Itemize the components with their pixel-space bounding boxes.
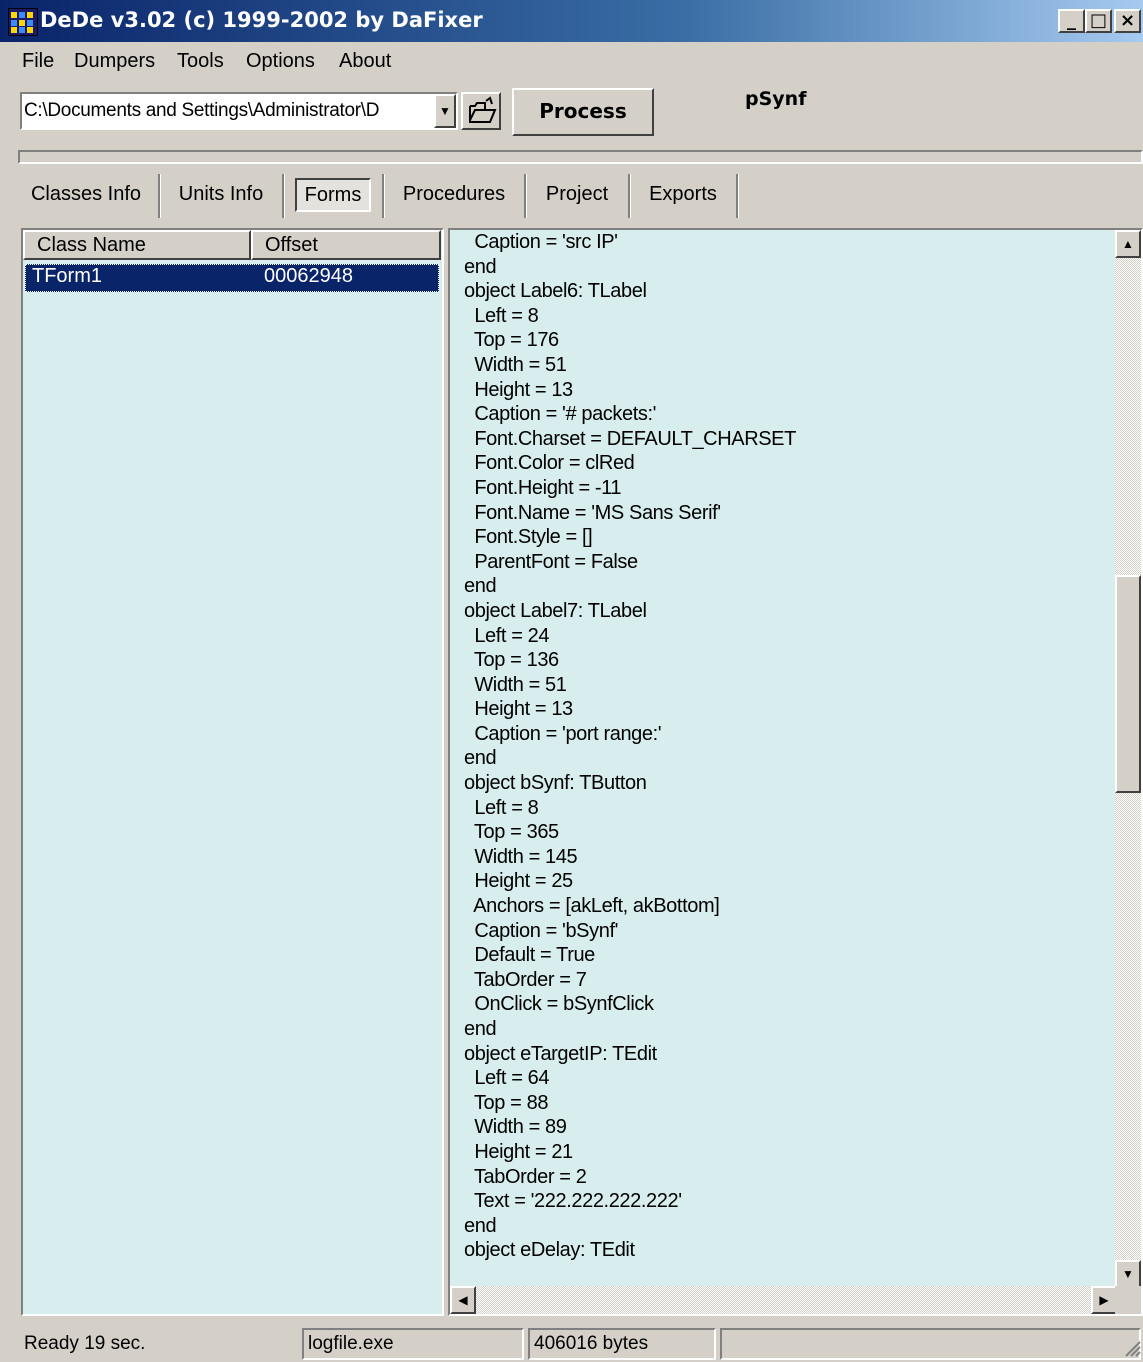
menu-dumpers[interactable]: Dumpers <box>74 50 155 73</box>
minimize-button[interactable]: _ <box>1058 9 1085 33</box>
code-line: Height = 13 <box>464 698 573 721</box>
code-line: Height = 13 <box>464 378 573 401</box>
class-list[interactable]: Class Name Offset TForm1 00062948 <box>21 228 444 1316</box>
tab-forms[interactable]: Forms <box>284 174 384 218</box>
code-line: Top = 365 <box>464 821 559 844</box>
code-line: Caption = '# packets:' <box>464 403 657 426</box>
code-line: Caption = 'src IP' <box>464 231 618 253</box>
menu-about[interactable]: About <box>339 50 391 73</box>
code-line: Height = 21 <box>464 1140 573 1163</box>
code-line: Anchors = [akLeft, akBottom] <box>464 895 720 918</box>
minimize-icon: _ <box>1067 10 1076 31</box>
code-line: object bSynf: TButton <box>464 772 647 795</box>
code-line: Font.Name = 'MS Sans Serif' <box>464 501 721 524</box>
menu-options[interactable]: Options <box>246 50 315 73</box>
tab-procedures[interactable]: Procedures <box>384 174 526 218</box>
code-line: end <box>464 1018 497 1040</box>
status-size: 406016 bytes <box>528 1328 716 1360</box>
vertical-scroll-thumb[interactable] <box>1115 575 1141 793</box>
menu-tools[interactable]: Tools <box>177 50 224 73</box>
code-line: Width = 51 <box>464 673 567 696</box>
code-line: object Label6: TLabel <box>464 280 647 303</box>
tab-exports[interactable]: Exports <box>630 174 738 218</box>
code-line: Height = 25 <box>464 870 573 893</box>
tab-forms-label: Forms <box>294 178 372 212</box>
code-line: end <box>464 575 497 598</box>
code-line: Left = 8 <box>464 304 539 327</box>
code-line: Left = 24 <box>464 624 550 647</box>
file-path-combo[interactable]: C:\Documents and Settings\Administrator\… <box>20 92 458 130</box>
code-line: end <box>464 747 497 770</box>
vertical-scrollbar[interactable]: ▲ ▼ <box>1115 230 1141 1288</box>
code-line: end <box>464 255 497 278</box>
table-row[interactable]: TForm1 00062948 <box>25 264 439 292</box>
open-folder-icon <box>469 96 497 123</box>
file-path-value[interactable]: C:\Documents and Settings\Administrator\… <box>24 100 434 122</box>
tab-classes-info[interactable]: Classes Info <box>14 174 160 218</box>
menu-bar: File Dumpers Tools Options About <box>0 44 1143 82</box>
title-bar[interactable]: DeDe v3.02 (c) 1999-2002 by DaFixer _ □ … <box>0 0 1143 42</box>
code-line: end <box>464 1214 497 1237</box>
project-name-label: pSynf <box>745 88 807 110</box>
form-source-viewer[interactable]: Caption = 'src IP' end object Label6: TLab… <box>448 228 1143 1316</box>
horizontal-scrollbar[interactable]: ◀ ▶ <box>450 1286 1117 1314</box>
code-line: Width = 89 <box>464 1116 567 1139</box>
tab-project[interactable]: Project <box>526 174 630 218</box>
close-icon: × <box>1119 10 1136 31</box>
size-grip-icon[interactable] <box>1122 1338 1142 1358</box>
dede-app-icon[interactable] <box>8 8 38 36</box>
code-line: Text = '222.222.222.222' <box>464 1190 682 1213</box>
code-line: Left = 8 <box>464 796 539 819</box>
code-line: Default = True <box>464 944 595 967</box>
dropdown-arrow-icon[interactable]: ▼ <box>434 94 456 128</box>
maximize-button[interactable]: □ <box>1085 9 1112 33</box>
status-extra <box>720 1328 1141 1360</box>
column-header-class-name[interactable]: Class Name <box>23 230 251 260</box>
code-line: Caption = 'port range:' <box>464 722 662 745</box>
scroll-up-icon[interactable]: ▲ <box>1115 230 1141 258</box>
progress-bar <box>18 150 1143 164</box>
status-message: Ready 19 sec. <box>24 1333 146 1354</box>
process-button[interactable]: Process <box>512 88 654 136</box>
code-line: Font.Color = clRed <box>464 452 635 475</box>
code-line: ParentFont = False <box>464 550 638 573</box>
scroll-left-icon[interactable]: ◀ <box>450 1286 476 1314</box>
close-button[interactable]: × <box>1114 9 1141 33</box>
window-title: DeDe v3.02 (c) 1999-2002 by DaFixer <box>40 8 483 32</box>
code-line: object Label7: TLabel <box>464 599 647 622</box>
code-line: Top = 136 <box>464 649 559 672</box>
open-file-button[interactable] <box>461 92 501 130</box>
code-line: Width = 145 <box>464 845 578 868</box>
form-source-text[interactable]: Caption = 'src IP' end object Label6: TLab… <box>464 230 796 1263</box>
code-line: Font.Charset = DEFAULT_CHARSET <box>464 427 796 450</box>
class-name-cell: TForm1 <box>32 265 102 287</box>
code-line: Top = 176 <box>464 329 559 352</box>
code-line: TabOrder = 7 <box>464 968 587 991</box>
tab-units-info[interactable]: Units Info <box>160 174 284 218</box>
code-line: TabOrder = 2 <box>464 1165 587 1188</box>
code-line: Left = 64 <box>464 1067 550 1090</box>
code-line: Width = 51 <box>464 353 567 376</box>
offset-cell: 00062948 <box>264 265 353 287</box>
code-line: Font.Height = -11 <box>464 476 622 499</box>
scroll-right-icon[interactable]: ▶ <box>1091 1286 1117 1314</box>
code-line: Caption = 'bSynf' <box>464 919 619 942</box>
code-line: object eDelay: TEdit <box>464 1239 635 1262</box>
maximize-icon: □ <box>1089 10 1107 31</box>
menu-file[interactable]: File <box>22 50 54 73</box>
scrollbar-corner <box>1115 1286 1141 1314</box>
code-line: OnClick = bSynfClick <box>464 993 654 1016</box>
code-line: Font.Style = [] <box>464 526 593 549</box>
code-line: Top = 88 <box>464 1091 549 1114</box>
status-bar: Ready 19 sec. logfile.exe 406016 bytes <box>0 1324 1143 1362</box>
code-line: object eTargetIP: TEdit <box>464 1042 657 1065</box>
status-file: logfile.exe <box>302 1328 524 1360</box>
scroll-down-icon[interactable]: ▼ <box>1115 1260 1141 1288</box>
column-header-offset[interactable]: Offset <box>251 230 441 260</box>
